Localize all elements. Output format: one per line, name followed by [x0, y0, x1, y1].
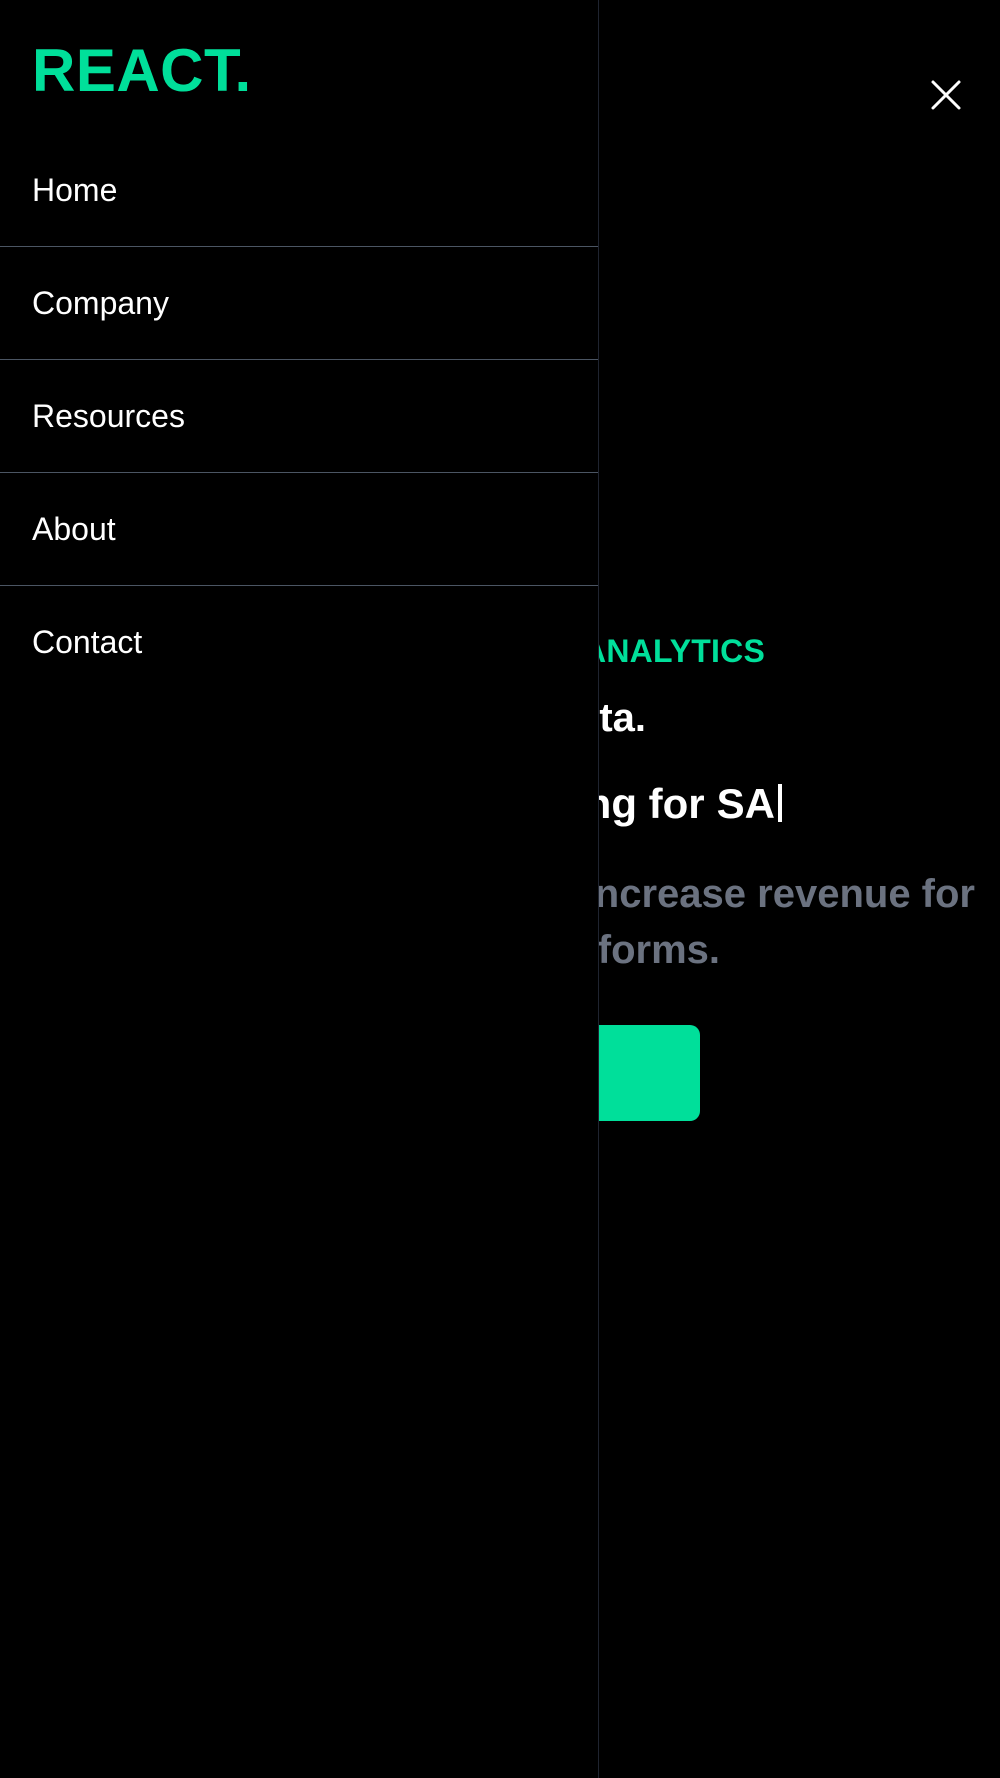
hero-eyebrow: ANALYTICS — [583, 633, 765, 669]
nav-list: Home Company Resources About Contact — [0, 134, 598, 699]
page: ANALYTICS ta. ng for SA increase revenue … — [0, 0, 1000, 1778]
hero-typing-word: SA — [716, 780, 775, 827]
hero-typing-line: ng for SA — [586, 780, 782, 828]
mobile-nav-drawer: REACT. Home Company Resources About Cont… — [0, 0, 599, 1778]
nav-item-resources[interactable]: Resources — [0, 360, 598, 473]
nav-item-contact[interactable]: Contact — [0, 586, 598, 699]
typing-cursor — [778, 784, 782, 822]
nav-item-company[interactable]: Company — [0, 247, 598, 360]
hero-title: ta. — [599, 696, 646, 740]
hero-typing-prefix: ng for — [585, 780, 705, 827]
nav-item-home[interactable]: Home — [0, 134, 598, 247]
logo[interactable]: REACT. — [32, 36, 252, 106]
close-icon[interactable] — [927, 76, 965, 114]
nav-item-about[interactable]: About — [0, 473, 598, 586]
